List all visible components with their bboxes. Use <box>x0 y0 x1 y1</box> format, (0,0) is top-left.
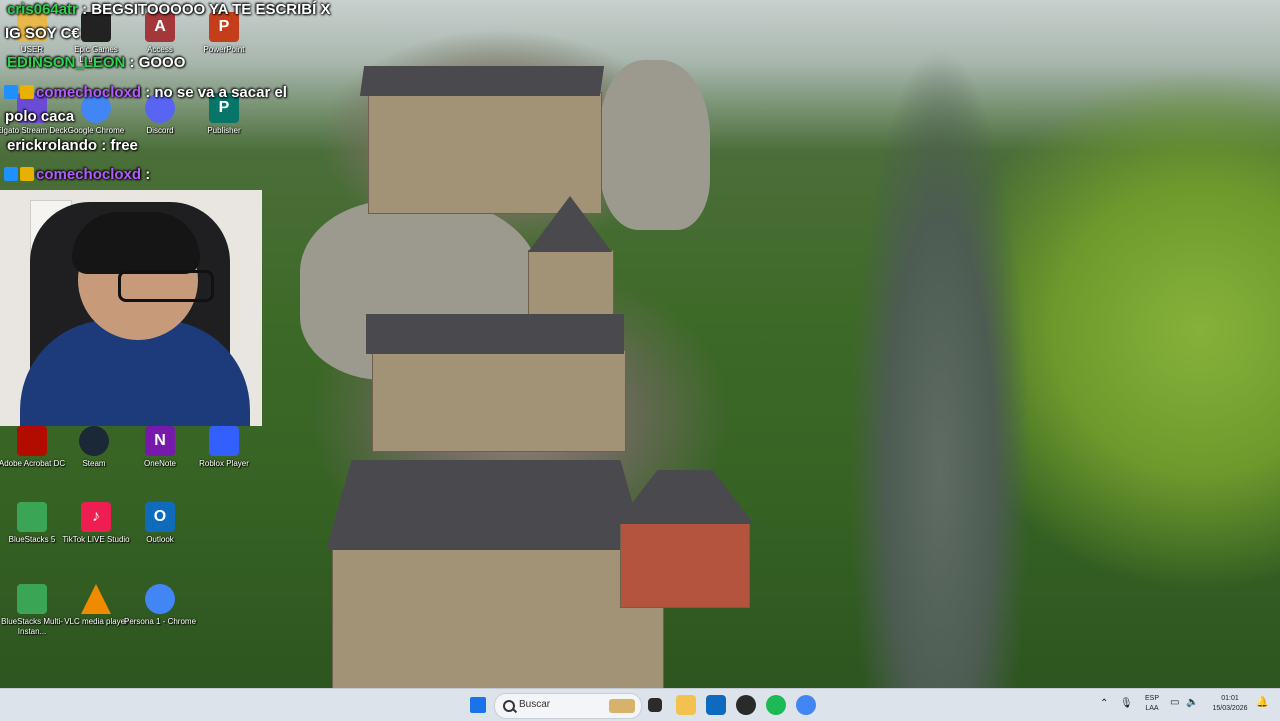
notifications-bell-icon[interactable]: 🔔 <box>1256 698 1268 708</box>
castle-lower-wall <box>332 540 664 688</box>
streamer-glasses <box>118 270 214 302</box>
onenote-icon: N <box>145 426 175 456</box>
red-house <box>620 520 750 608</box>
chat-message-continuation: polo caca <box>5 108 74 126</box>
tiktok-icon: ♪ <box>81 502 111 532</box>
outlook-icon: O <box>145 502 175 532</box>
chat-text: IG SOY C€ <box>5 25 80 42</box>
chrome-taskbar-icon[interactable] <box>796 695 816 715</box>
language-code: ESP <box>1144 695 1159 702</box>
file-explorer-icon[interactable] <box>676 695 696 715</box>
castle-lower-roof <box>326 460 646 550</box>
bluestacks-multi-icon <box>17 584 47 614</box>
chat-separator: : <box>141 166 151 183</box>
roblox-icon <box>209 426 239 456</box>
network-icon[interactable]: ▭ <box>1170 698 1179 708</box>
taskbar: Buscar ⌃ 🎙 ESP LAA ▭ 🔈 01:01 15/03/2026 🔔 <box>0 688 1280 721</box>
input-language-indicator[interactable]: ESP LAA <box>1142 694 1162 714</box>
castle-middle-roof <box>366 314 624 354</box>
chat-sub-badge-icon <box>20 167 34 181</box>
microsoft-store-icon[interactable] <box>706 695 726 715</box>
chat-separator: : <box>97 137 111 154</box>
chat-message: erickrolando : free <box>7 137 138 155</box>
desktop-icon-persona-chrome[interactable]: Persona 1 - Chrome <box>122 584 198 627</box>
vlc-icon <box>81 584 111 614</box>
clock[interactable]: 01:01 15/03/2026 <box>1208 694 1252 714</box>
search-highlight-image <box>609 699 635 713</box>
search-icon <box>503 700 515 712</box>
acrobat-icon <box>17 426 47 456</box>
chat-separator: : <box>125 54 139 71</box>
volume-icon[interactable]: 🔈 <box>1186 698 1198 708</box>
chat-text: GOOO <box>138 54 186 71</box>
chat-message-continuation: IG SOY C€ <box>5 25 80 43</box>
desktop-icon-outlook[interactable]: O Outlook <box>122 502 198 545</box>
webcam-overlay <box>0 190 262 426</box>
desktop-icon-label: Publisher <box>207 126 241 135</box>
chat-message: comechocloxd : <box>4 166 150 184</box>
streamer-hair <box>72 212 200 274</box>
bluestacks-icon <box>17 502 47 532</box>
castle-upper-roof <box>359 66 605 96</box>
cliff-rock-upper <box>600 60 710 230</box>
castle-middle-wall <box>372 350 626 452</box>
obs-studio-icon[interactable] <box>736 695 756 715</box>
chat-text: polo caca <box>5 108 75 125</box>
chat-username: comechocloxd <box>36 84 142 101</box>
start-windows-icon[interactable] <box>470 697 486 713</box>
clock-time: 01:01 <box>1221 695 1239 702</box>
castle-upper-wall <box>368 92 602 214</box>
chrome-profile-icon <box>145 584 175 614</box>
chat-username: comechocloxd <box>36 166 142 183</box>
chat-sub-badge-icon <box>20 85 34 99</box>
chat-text: free <box>110 137 138 154</box>
desktop-icon-label: PowerPoint <box>203 45 245 54</box>
desktop-icon-roblox[interactable]: Roblox Player <box>186 426 262 469</box>
taskbar-search-box[interactable]: Buscar <box>494 693 642 719</box>
chat-separator: : <box>141 84 155 101</box>
chat-text: BEGSITOOOOO YA TE ESCRIBÍ X <box>91 1 331 18</box>
keyboard-layout: LAA <box>1145 705 1159 712</box>
chat-username: EDINSON_LEON <box>7 54 126 71</box>
desktop-icon-label: Roblox Player <box>199 459 249 468</box>
desktop-icon-label: Persona 1 - Chrome <box>123 617 197 626</box>
desktop-icon-steam[interactable]: Steam <box>56 426 132 469</box>
desktop-wallpaper: USER Epic Games Launcher A Access P PowerP… <box>0 0 1280 688</box>
desktop-icon-label: Outlook <box>146 535 174 544</box>
chat-text: no se va a sacar el <box>154 84 287 101</box>
chat-badge-icon <box>4 85 18 99</box>
chat-message: EDINSON_LEON : GOOO <box>7 54 185 72</box>
chat-message: comechocloxd : no se va a sacar el <box>4 84 287 102</box>
chat-badge-icon <box>4 167 18 181</box>
steam-icon <box>79 426 109 456</box>
chat-username: erickrolando <box>7 137 98 154</box>
chat-username: cris064atr <box>7 1 78 18</box>
chat-separator: : <box>77 1 92 18</box>
show-hidden-icons-chevron-icon[interactable]: ⌃ <box>1100 699 1108 709</box>
desktop-icon-label: Steam <box>82 459 106 468</box>
microphone-icon[interactable]: 🎙 <box>1120 699 1133 709</box>
search-placeholder: Buscar <box>519 699 551 710</box>
chat-message: cris064atr : BEGSITOOOOO YA TE ESCRIBÍ X <box>7 1 330 19</box>
spotify-icon[interactable] <box>766 695 786 715</box>
clock-date: 15/03/2026 <box>1212 705 1248 712</box>
red-house-roof <box>616 470 754 524</box>
task-view-icon[interactable] <box>648 698 662 712</box>
